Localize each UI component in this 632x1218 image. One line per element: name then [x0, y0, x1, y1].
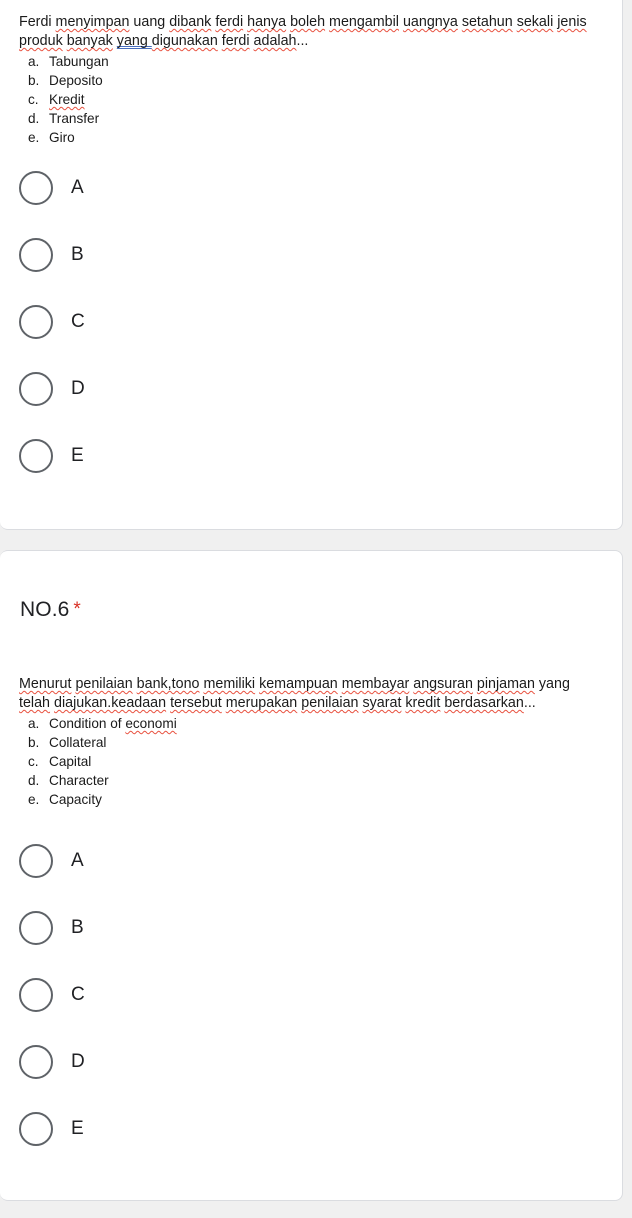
- radio-option-b-q6[interactable]: B: [19, 910, 84, 946]
- list-item: a. Condition of economi: [28, 716, 177, 731]
- choice-marker: d.: [28, 111, 40, 126]
- radio-button-icon[interactable]: [19, 1112, 53, 1146]
- choice-marker: c.: [28, 92, 39, 107]
- question-body-6: Menurut penilaian bank,tono memiliki kem…: [19, 675, 591, 809]
- choice-marker: a.: [28, 716, 40, 731]
- choice-text: Deposito: [49, 73, 103, 88]
- choice-marker: e.: [28, 130, 40, 145]
- list-item: e. Giro: [19, 128, 591, 147]
- radio-option-label: A: [71, 850, 84, 871]
- question-choice-list-5: a. Tabungan b. Deposito c. Kredit d. Transfe…: [19, 52, 591, 147]
- radio-option-label: D: [71, 1051, 85, 1072]
- radio-button-icon[interactable]: [19, 372, 53, 406]
- radio-button-icon[interactable]: [19, 238, 53, 272]
- choice-text: Tabungan: [49, 54, 109, 69]
- radio-button-icon[interactable]: [19, 844, 53, 878]
- radio-option-c-q6[interactable]: C: [19, 977, 85, 1013]
- radio-option-d-q6[interactable]: D: [19, 1044, 85, 1080]
- choice-text: Collateral: [49, 735, 107, 750]
- list-item: b. Deposito: [19, 71, 591, 90]
- question-body-5: Ferdi menyimpan uang dibank ferdi hanya …: [19, 13, 591, 147]
- list-item: d. Transfer: [19, 109, 591, 128]
- choice-text: Giro: [49, 130, 75, 145]
- choice-marker: c.: [28, 754, 39, 769]
- radio-option-e-q6[interactable]: E: [19, 1111, 84, 1147]
- radio-option-a-q6[interactable]: A: [19, 843, 84, 879]
- list-item: a. Tabungan: [19, 52, 591, 71]
- required-asterisk: *: [73, 599, 81, 621]
- question-card-5: Ferdi menyimpan uang dibank ferdi hanya …: [0, 0, 623, 530]
- radio-option-label: D: [71, 378, 85, 399]
- question-choice-list-6: a. Condition of economi b. Collateral c. Ca…: [19, 714, 591, 809]
- question-text-line-2: produk banyak yang digunakan ferdi adala…: [19, 33, 309, 49]
- question-title-text: NO.6: [20, 598, 70, 621]
- radio-option-label: C: [71, 984, 85, 1005]
- radio-option-label: B: [71, 244, 84, 265]
- question-card-6: NO.6 * Menurut penilaian bank,tono memili…: [0, 550, 623, 1201]
- question-text-line-1: Menurut penilaian bank,tono memiliki kem…: [19, 676, 570, 692]
- radio-option-d-q5[interactable]: D: [19, 371, 85, 407]
- radio-option-label: A: [71, 177, 84, 198]
- radio-button-icon[interactable]: [19, 305, 53, 339]
- choice-text: Kredit: [49, 92, 85, 107]
- page-title: NO.6 *: [20, 597, 81, 623]
- form-page: Ferdi menyimpan uang dibank ferdi hanya …: [0, 0, 632, 1218]
- radio-option-b-q5[interactable]: B: [19, 237, 84, 273]
- list-item: c. Capital: [19, 752, 591, 771]
- list-item: b. Collateral: [19, 733, 591, 752]
- list-item: e. Capacity: [19, 790, 591, 809]
- radio-button-icon[interactable]: [19, 911, 53, 945]
- choice-marker: b.: [28, 735, 40, 750]
- question-text-line-1: Ferdi menyimpan uang dibank ferdi hanya …: [19, 14, 587, 30]
- radio-option-c-q5[interactable]: C: [19, 304, 85, 340]
- radio-option-label: C: [71, 311, 85, 332]
- list-item: d. Character: [19, 771, 591, 790]
- radio-option-e-q5[interactable]: E: [19, 438, 84, 474]
- choice-marker: d.: [28, 773, 40, 788]
- radio-button-icon[interactable]: [19, 978, 53, 1012]
- choice-text: Character: [49, 773, 109, 788]
- choice-text: Capacity: [49, 792, 102, 807]
- radio-button-icon[interactable]: [19, 439, 53, 473]
- radio-option-label: B: [71, 917, 84, 938]
- question-text-line-2: telah diajukan.keadaan tersebut merupaka…: [19, 695, 536, 711]
- radio-option-a-q5[interactable]: A: [19, 170, 84, 206]
- choice-text: Capital: [49, 754, 92, 769]
- radio-option-label: E: [71, 1118, 84, 1139]
- choice-text: Transfer: [49, 111, 100, 126]
- choice-marker: e.: [28, 792, 40, 807]
- list-item: c. Kredit: [19, 90, 591, 109]
- choice-marker: b.: [28, 73, 40, 88]
- radio-option-label: E: [71, 445, 84, 466]
- radio-button-icon[interactable]: [19, 171, 53, 205]
- radio-button-icon[interactable]: [19, 1045, 53, 1079]
- choice-marker: a.: [28, 54, 40, 69]
